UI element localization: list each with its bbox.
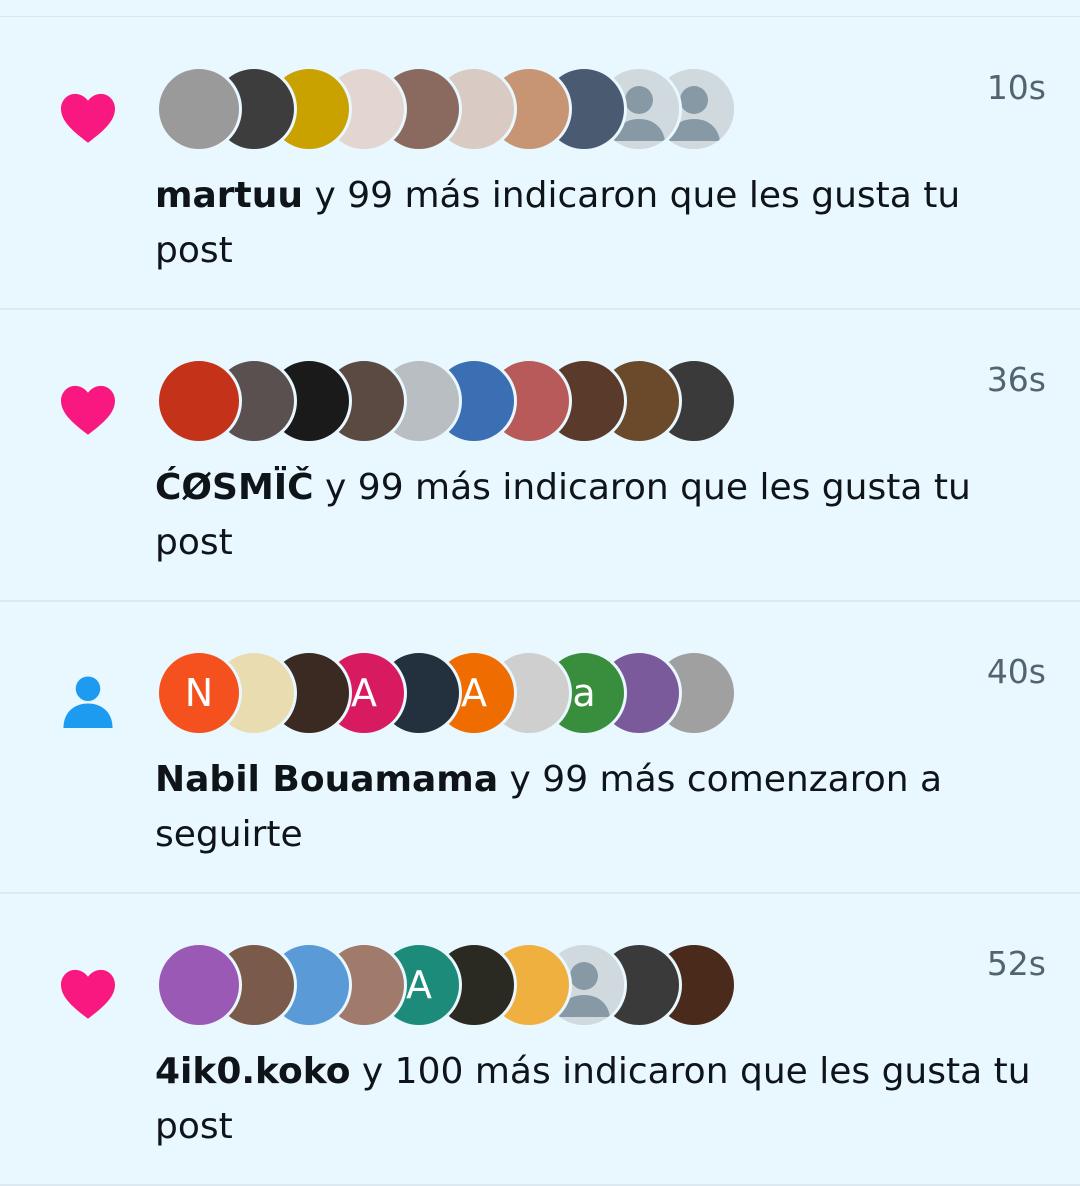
timestamp: 36s — [986, 360, 1046, 399]
notification-text: 4ik0.koko y 100 más indicaron que les gu… — [155, 1044, 1045, 1154]
notification-text: martuu y 99 más indicaron que les gusta … — [155, 168, 1045, 278]
avatar-stack — [156, 358, 776, 444]
avatar-initial: a — [572, 671, 596, 715]
avatar-stack: A — [156, 942, 776, 1028]
heart-icon — [58, 966, 118, 1020]
timestamp: 40s — [986, 652, 1046, 691]
avatar-initial: A — [461, 671, 487, 715]
timestamp: 10s — [986, 68, 1046, 107]
notification-item[interactable]: N A Aa 40s Nabil Bouamama y 99 más comenzaro… — [0, 602, 1080, 894]
avatar[interactable]: N — [156, 650, 242, 736]
user-name-link[interactable]: 4ik0.koko — [155, 1051, 350, 1092]
avatar[interactable] — [156, 66, 242, 152]
avatar-initial: N — [184, 671, 214, 715]
heart-icon — [58, 382, 118, 436]
avatar-stack — [156, 66, 776, 152]
timestamp: 52s — [986, 944, 1046, 983]
avatar[interactable] — [156, 942, 242, 1028]
user-name-link[interactable]: ĆØSMÏČ — [155, 467, 314, 508]
notification-text: ĆØSMÏČ y 99 más indicaron que les gusta … — [155, 460, 1045, 570]
user-name-link[interactable]: martuu — [155, 175, 303, 216]
user-name-link[interactable]: Nabil Bouamama — [155, 759, 498, 800]
heart-icon — [58, 90, 118, 144]
notification-text: Nabil Bouamama y 99 más comenzaron a seg… — [155, 752, 1045, 862]
avatar-initial: A — [406, 963, 432, 1007]
notifications-feed: 10s martuu y 99 más indicaron que les gus… — [0, 0, 1080, 1186]
avatar[interactable] — [156, 358, 242, 444]
top-divider — [0, 16, 1080, 17]
notification-item[interactable]: 36s ĆØSMÏČ y 99 más indicaron que les gus… — [0, 310, 1080, 602]
avatar-stack: N A Aa — [156, 650, 776, 736]
avatar-initial: A — [351, 671, 377, 715]
notification-item[interactable]: 10s martuu y 99 más indicaron que les gus… — [0, 18, 1080, 310]
notification-item[interactable]: A 52s 4ik0.koko y 100 más indicaron que le… — [0, 894, 1080, 1186]
person-icon — [58, 674, 118, 728]
